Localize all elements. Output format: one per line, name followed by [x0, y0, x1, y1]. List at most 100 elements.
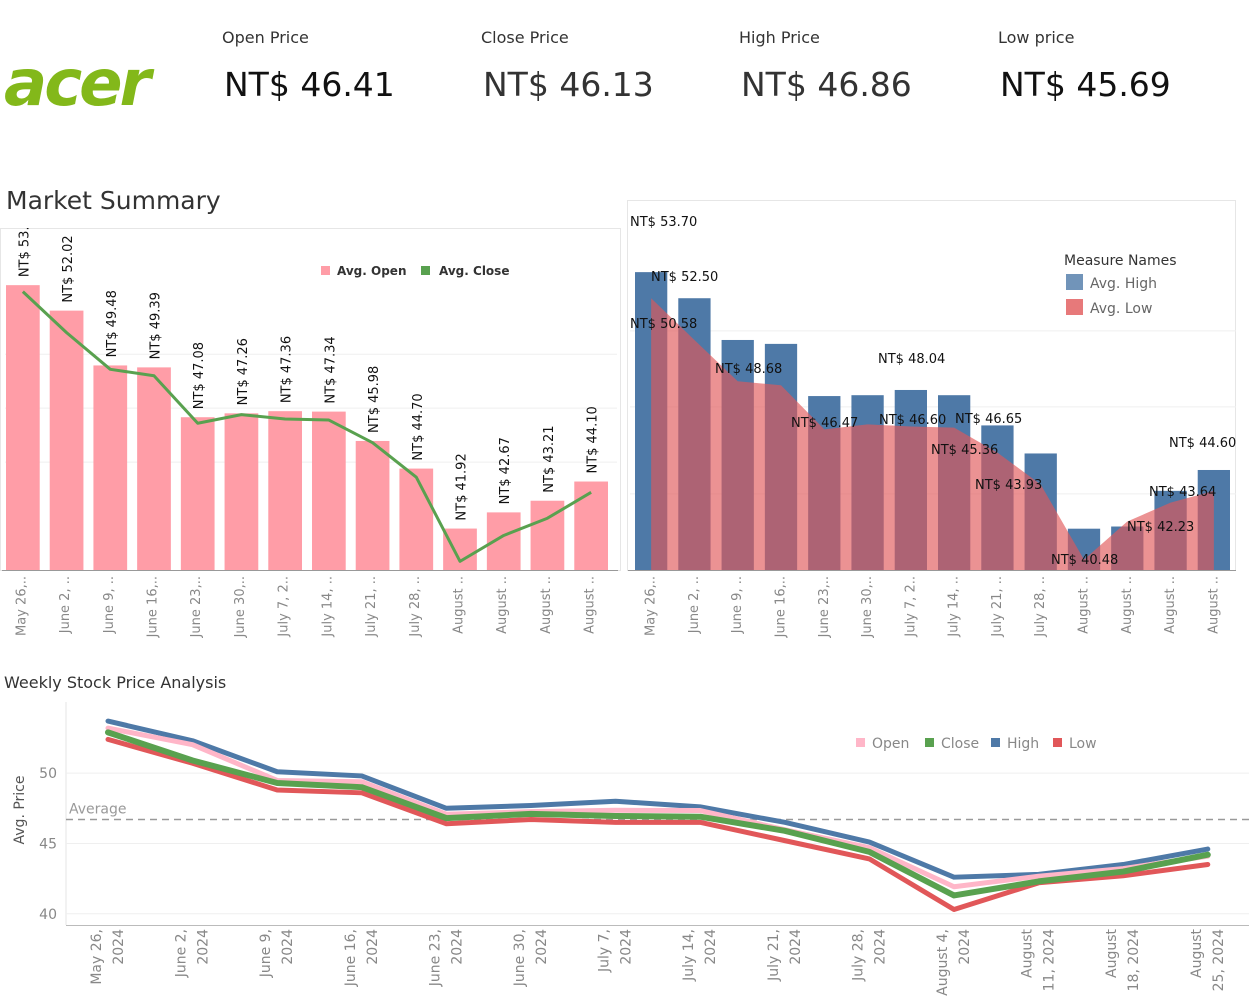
kpi-close-label: Close Price — [481, 28, 569, 47]
weekly-price-line-chart: 40 45 50 Average May 26, 2024 June 2, 2024 June … — [12, 702, 1249, 996]
x-tick-label: 2024 — [872, 929, 888, 965]
x-tick-label: July 7, 2.. — [277, 576, 292, 638]
kpi-high: High Price NT$ 46.86 — [739, 28, 912, 104]
legend-open-swatch — [856, 738, 865, 747]
x-tick-label: June 2, — [174, 929, 190, 978]
legend-high-label: Avg. High — [1090, 276, 1157, 292]
x-tick-label: June 16,.. — [146, 576, 161, 638]
kpi-low-value: NT$ 45.69 — [1000, 65, 1171, 104]
high-low-data-label: NT$ 46.65 — [955, 412, 1022, 427]
y-tick-label: 50 — [39, 766, 57, 782]
x-tick-label: May 26, — [89, 929, 105, 985]
x-tick-label: 2024 — [534, 929, 550, 965]
x-tick-label: August .. — [1120, 576, 1135, 634]
legend-open-label: Open — [872, 736, 909, 752]
high-low-data-label: NT$ 53.70 — [630, 215, 697, 230]
legend-low-label: Low — [1069, 736, 1097, 752]
kpi-high-label: High Price — [739, 28, 820, 47]
legend-high-swatch — [1066, 274, 1083, 290]
open-line — [105, 725, 1211, 890]
x-tick-label: August — [1020, 928, 1036, 978]
kpi-high-value: NT$ 46.86 — [741, 65, 912, 104]
high-low-data-label: NT$ 48.04 — [878, 352, 945, 367]
legend-close-swatch — [925, 738, 934, 747]
y-tick-label: 40 — [39, 907, 57, 923]
open-data-label: NT$ 49.39 — [149, 292, 164, 359]
open-data-label: NT$ 47.36 — [280, 336, 295, 403]
x-tick-label: 25, 2024 — [1211, 929, 1227, 991]
x-tick-label: June 9, .. — [102, 576, 117, 634]
x-tick-label: June 2, .. — [687, 576, 702, 634]
x-tick-label: August .. — [1163, 576, 1178, 634]
open-bar — [574, 481, 608, 570]
x-tick-label: June 9, — [258, 929, 274, 978]
kpi-open: Open Price NT$ 46.41 — [222, 28, 395, 104]
open-data-label: NT$ 44.10 — [586, 406, 601, 473]
x-tick-label: July 28, — [850, 929, 866, 982]
legend-low-label: Avg. Low — [1090, 301, 1152, 317]
x-tick-label: August — [1104, 928, 1120, 978]
open-data-label: NT$ 47.34 — [323, 336, 338, 403]
high-low-data-label: NT$ 46.60 — [879, 413, 946, 428]
x-tick-label: May 26,.. — [14, 576, 29, 636]
x-tick-label: July 21, .. — [364, 576, 379, 638]
x-tick-label: 2024 — [703, 929, 719, 965]
open-bar — [355, 440, 390, 570]
x-tick-label: June 23, — [427, 929, 443, 987]
open-bar — [268, 411, 302, 570]
x-tick-label: August .. — [1077, 576, 1092, 634]
x-tick-label: June 30, — [512, 929, 528, 987]
kpi-open-value: NT$ 46.41 — [224, 65, 395, 104]
x-tick-label: July 21, .. — [990, 576, 1005, 638]
x-tick-label: June 23,.. — [817, 576, 832, 638]
x-tick-label: August .. — [539, 576, 554, 634]
y-tick-label: 45 — [39, 836, 57, 852]
x-tick-label: August 4, — [935, 929, 951, 996]
kpi-close: Close Price NT$ 46.13 — [481, 28, 654, 104]
x-tick-label: May 26,.. — [644, 576, 659, 636]
high-low-data-label: NT$ 44.60 — [1169, 436, 1236, 451]
x-tick-label: 2024 — [957, 929, 973, 965]
open-data-label: NT$ 47.08 — [192, 342, 207, 409]
open-data-label: NT$ 49.48 — [105, 290, 120, 357]
x-tick-label: 2024 — [111, 929, 127, 965]
x-tick-label: 18, 2024 — [1126, 929, 1142, 991]
x-tick-label: 2024 — [196, 929, 212, 965]
legend-open-label: Avg. Open — [337, 264, 406, 278]
legend-high-label: High — [1007, 736, 1039, 752]
kpi-close-value: NT$ 46.13 — [483, 65, 654, 104]
open-bar — [399, 468, 434, 570]
market-summary-title: Market Summary — [6, 186, 221, 215]
x-tick-label: August .. — [1206, 576, 1221, 634]
open-bar — [224, 413, 259, 570]
open-data-label: NT$ 41.92 — [455, 453, 470, 520]
open-close-bar-chart: NT$ 53.20 NT$ 52.02 NT$ 49.48 NT$ 49.39 NT$ … — [0, 228, 621, 638]
x-tick-label: July 14, .. — [947, 576, 962, 638]
high-low-data-label: NT$ 45.36 — [931, 443, 998, 458]
open-data-label: NT$ 43.21 — [542, 425, 557, 492]
legend-low-swatch — [1053, 738, 1062, 747]
x-tick-label: July 14, — [681, 929, 697, 982]
open-data-label: NT$ 44.70 — [411, 393, 426, 460]
y-axis-title: Avg. Price — [12, 776, 28, 845]
kpi-low-label: Low price — [998, 28, 1075, 47]
x-tick-label: June 30,.. — [233, 576, 248, 638]
kpi-open-label: Open Price — [222, 28, 309, 47]
open-data-label: NT$ 52.02 — [61, 235, 76, 302]
x-tick-label: July 14, .. — [320, 576, 335, 638]
x-tick-label: July 28, .. — [1033, 576, 1048, 638]
average-reference-label: Average — [69, 802, 127, 818]
x-tick-label: August — [1189, 928, 1205, 978]
x-tick-label: 2024 — [449, 929, 465, 965]
x-tick-label: June 30,.. — [860, 576, 875, 638]
high-low-data-label: NT$ 48.68 — [715, 362, 782, 377]
high-low-data-label: NT$ 40.48 — [1051, 553, 1118, 568]
x-tick-label: June 23,.. — [189, 576, 204, 638]
open-bar — [93, 365, 128, 570]
legend-open-swatch — [321, 266, 330, 275]
high-low-data-label: NT$ 42.23 — [1127, 520, 1194, 535]
x-tick-label: June 9, .. — [730, 576, 745, 634]
legend-close-swatch — [421, 266, 430, 275]
x-tick-label: 2024 — [280, 929, 296, 965]
open-data-label: NT$ 45.98 — [367, 366, 382, 433]
